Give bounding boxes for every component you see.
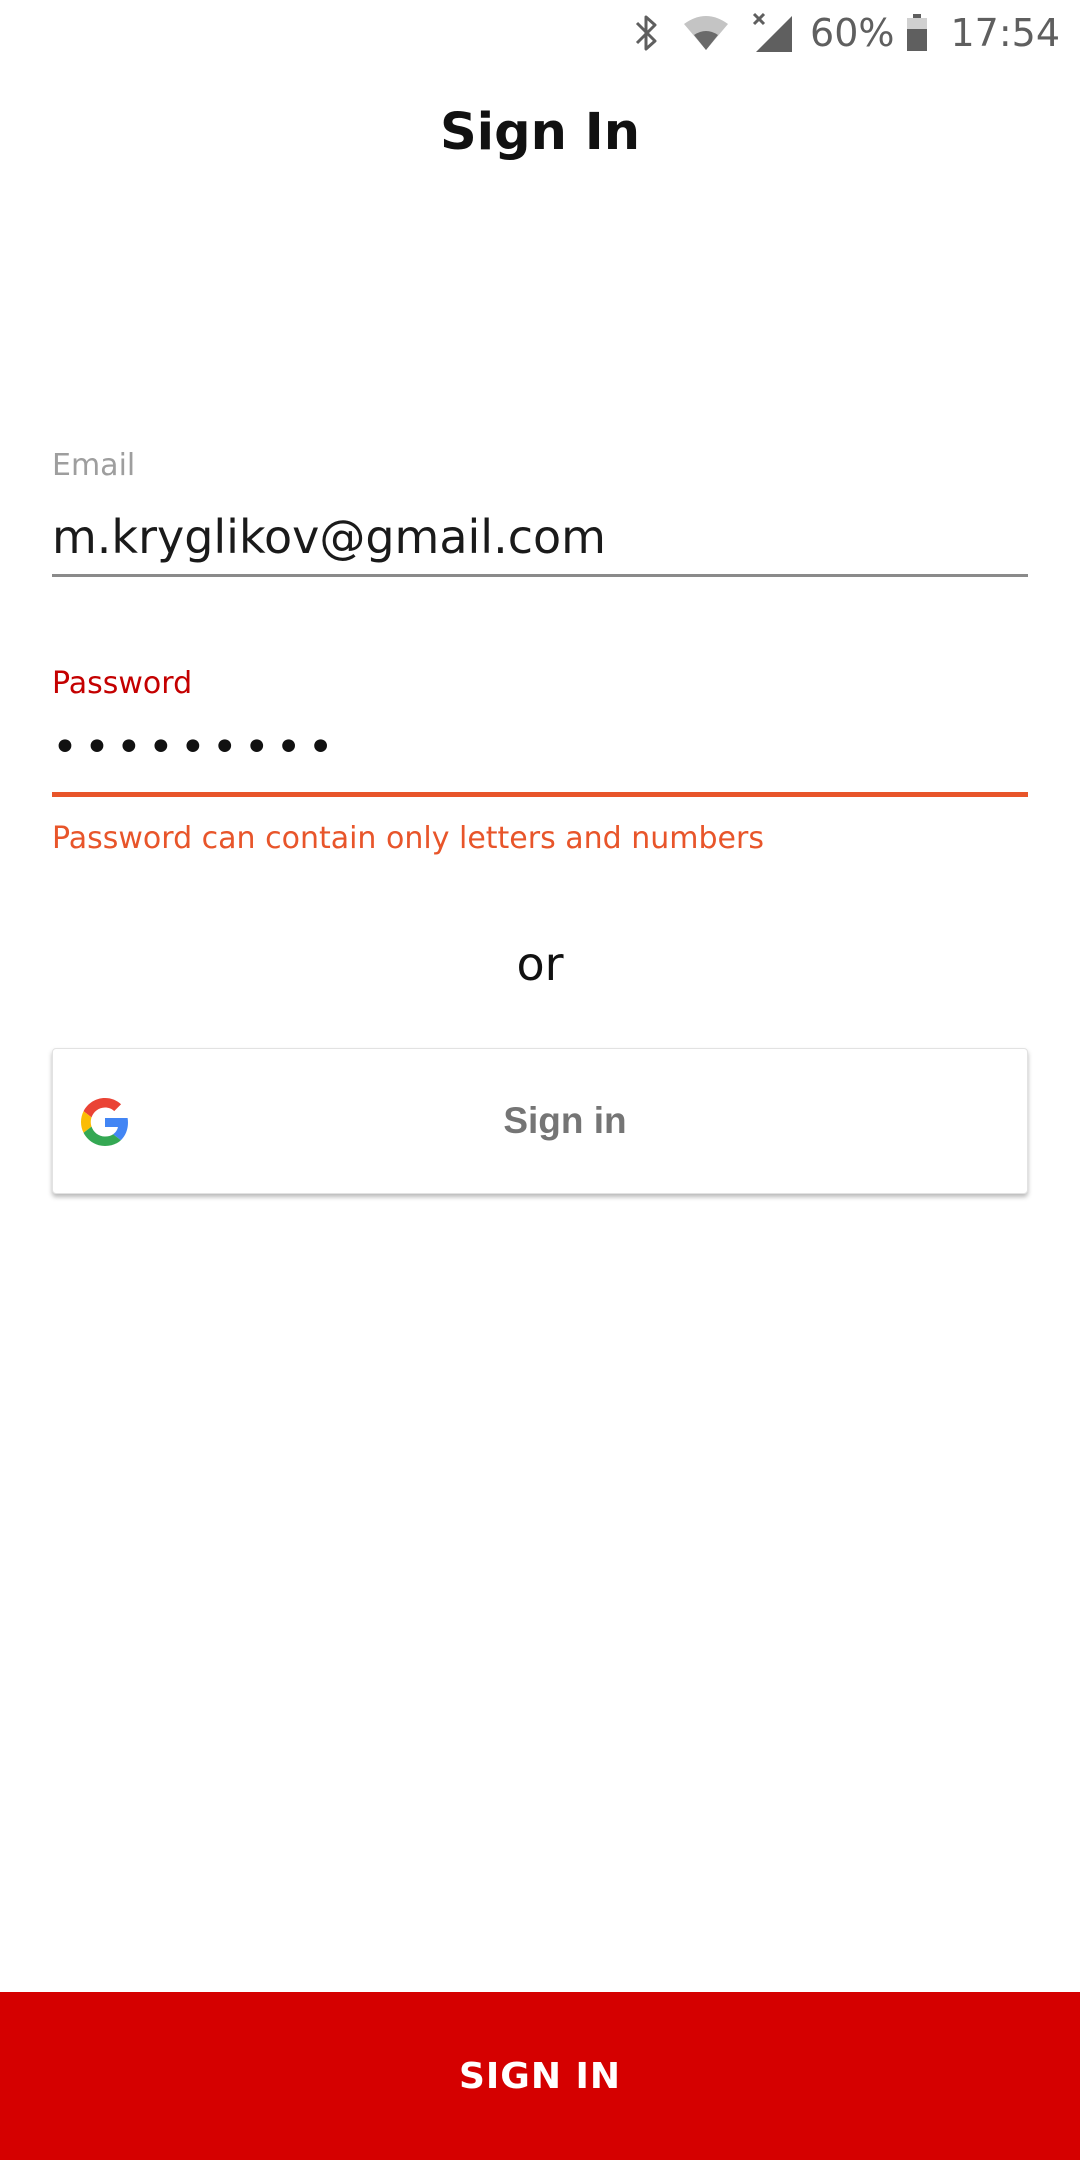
wifi-icon (682, 14, 730, 52)
password-input[interactable]: ••••••••• (52, 722, 340, 773)
password-field[interactable]: Password ••••••••• Password can contain … (52, 666, 1028, 856)
google-sign-in-button[interactable]: Sign in (52, 1048, 1028, 1194)
status-bar: 60% 17:54 (0, 0, 1080, 66)
clock-time: 17:54 (950, 11, 1060, 55)
sign-in-button-label: SIGN IN (458, 2055, 622, 2097)
battery-icon (906, 14, 928, 52)
bluetooth-icon (634, 13, 660, 53)
email-field[interactable]: Email m.kryglikov@gmail.com (52, 448, 1028, 577)
battery-percent: 60% (810, 11, 895, 55)
sign-in-button[interactable]: SIGN IN (0, 1992, 1080, 2160)
password-underline (52, 792, 1028, 797)
email-label: Email (52, 448, 136, 483)
or-divider: or (516, 937, 564, 991)
password-error-message: Password can contain only letters and nu… (52, 821, 764, 856)
email-underline (52, 574, 1028, 577)
page-title: Sign In (439, 103, 641, 162)
email-input[interactable]: m.kryglikov@gmail.com (52, 510, 606, 564)
signal-icon (752, 12, 794, 54)
sign-in-screen: 60% 17:54 Sign In Email m.kryglikov@gmai… (0, 0, 1080, 2160)
password-label: Password (52, 666, 193, 701)
google-sign-in-label: Sign in (503, 1100, 627, 1141)
